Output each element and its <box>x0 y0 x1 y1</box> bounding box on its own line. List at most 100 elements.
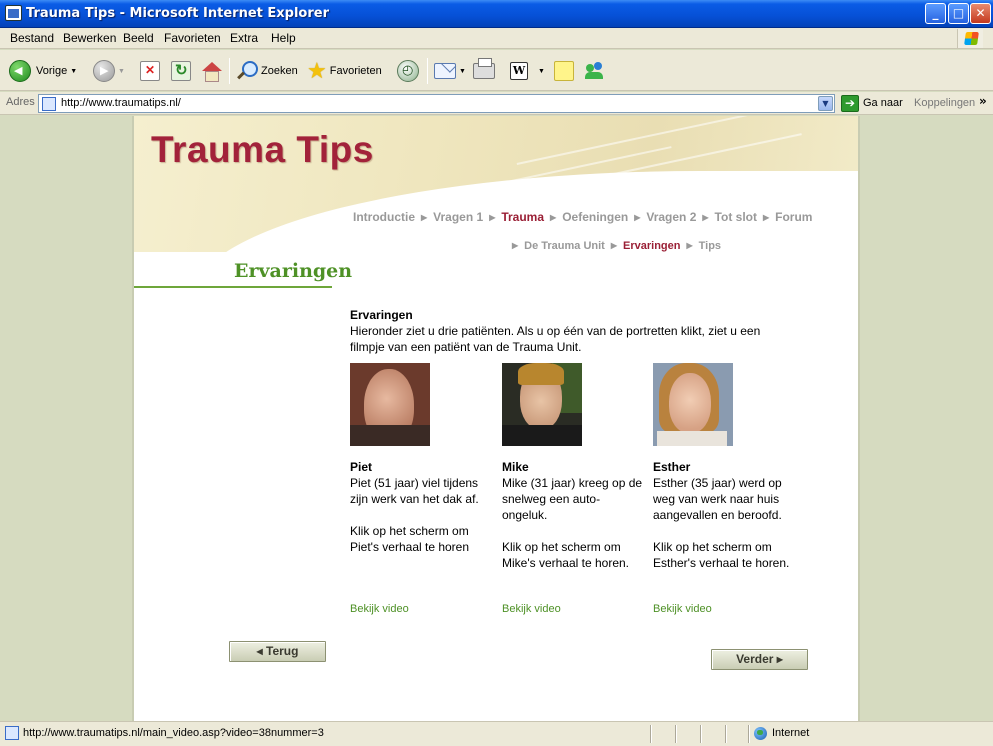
security-zone: Internet <box>772 727 810 739</box>
favorites-label: Favorieten <box>329 65 382 77</box>
address-input[interactable]: http://www.traumatips.nl/ ▼ <box>38 94 835 113</box>
back-nav-button[interactable]: ◀ Terug <box>229 641 326 662</box>
stop-button[interactable] <box>140 58 160 84</box>
menu-bestand[interactable]: Bestand <box>10 31 54 45</box>
status-divider <box>748 725 750 743</box>
favorites-star-icon: ★ <box>307 58 327 83</box>
portrait-piet[interactable] <box>350 363 430 446</box>
patient-card-piet: Piet Piet (51 jaar) viel tijdens zijn we… <box>350 363 492 555</box>
subnav-de-trauma-unit[interactable]: De Trauma Unit <box>524 240 605 252</box>
patient-cta: Klik op het scherm om Piet's verhaal te … <box>350 524 470 554</box>
edit-word-button[interactable]: W ▼ <box>510 58 545 84</box>
intro-heading: Ervaringen <box>350 308 413 322</box>
nav-arrow-icon: ▶ <box>634 213 641 222</box>
close-button[interactable]: ✕ <box>970 3 991 24</box>
status-divider <box>700 725 702 743</box>
go-button[interactable]: Ga naar <box>863 97 903 109</box>
print-icon <box>473 58 495 79</box>
nav-tot-slot[interactable]: Tot slot <box>715 210 757 224</box>
back-dropdown-icon[interactable]: ▼ <box>70 68 77 75</box>
go-arrow-icon[interactable]: ➔ <box>841 95 859 112</box>
hair-shape <box>518 363 564 385</box>
note-button[interactable] <box>554 58 574 84</box>
patient-name: Mike <box>502 460 529 474</box>
search-button[interactable]: Zoeken <box>236 58 298 84</box>
nav-oefeningen[interactable]: Oefeningen <box>562 210 628 224</box>
patient-card-esther: Esther Esther (35 jaar) werd op weg van … <box>653 363 795 571</box>
nav-trauma[interactable]: Trauma <box>501 210 544 224</box>
note-icon <box>554 61 574 81</box>
intro-text: Hieronder ziet u drie patiënten. Als u o… <box>350 324 761 354</box>
video-link-esther[interactable]: Bekijk video <box>653 603 712 615</box>
home-button[interactable] <box>200 58 222 84</box>
status-divider <box>675 725 677 743</box>
subnav-tips[interactable]: Tips <box>699 240 721 252</box>
address-url: http://www.traumatips.nl/ <box>61 97 181 109</box>
nav-arrow-icon: ▶ <box>610 241 617 250</box>
menu-beeld[interactable]: Beeld <box>123 31 154 45</box>
word-dropdown-icon[interactable]: ▼ <box>538 68 545 75</box>
video-link-piet[interactable]: Bekijk video <box>350 603 409 615</box>
forward-dropdown-icon[interactable]: ▼ <box>118 68 125 75</box>
jacket-shape <box>502 425 582 446</box>
nav-forum[interactable]: Forum <box>775 210 812 224</box>
nav-vragen-1[interactable]: Vragen 1 <box>433 210 483 224</box>
mail-dropdown-icon[interactable]: ▼ <box>459 68 466 75</box>
menu-favorieten[interactable]: Favorieten <box>164 31 221 45</box>
secondary-nav: ▶ De Trauma Unit ▶ Ervaringen ▶ Tips <box>512 240 721 252</box>
internet-zone-icon <box>754 727 767 740</box>
menu-bewerken[interactable]: Bewerken <box>63 31 116 45</box>
site-logo[interactable]: Trauma Tips <box>151 129 374 171</box>
mail-button[interactable]: ▼ <box>434 58 466 84</box>
favorites-button[interactable]: ★ Favorieten <box>307 58 382 84</box>
windows-logo-icon <box>957 29 983 48</box>
forward-button[interactable]: ▼ <box>93 58 125 84</box>
back-button[interactable]: Vorige ▼ <box>9 58 77 84</box>
collar-shape <box>657 431 727 446</box>
messenger-icon <box>584 60 606 82</box>
back-label: Vorige <box>36 65 68 77</box>
links-toolbar[interactable]: Koppelingen <box>914 97 975 109</box>
page-loading-icon <box>5 726 19 740</box>
next-nav-button[interactable]: Verder ▶ <box>711 649 808 670</box>
nav-arrow-icon: ▶ <box>762 213 770 222</box>
ie-page-icon <box>5 5 22 21</box>
right-arrow-icon: ▶ <box>776 655 783 664</box>
site-page: Trauma Tips Introductie ▶ Vragen 1 ▶ Trauma ▶… <box>132 116 860 721</box>
address-bar: Adres http://www.traumatips.nl/ ▼ ➔ Ga n… <box>0 92 993 115</box>
patient-description: Piet (51 jaar) viel tijdens zijn werk va… <box>350 476 479 506</box>
messenger-button[interactable] <box>584 58 606 84</box>
patient-card-mike: Mike Mike (31 jaar) kreeg op de snelweg … <box>502 363 644 571</box>
maximize-button[interactable]: □ <box>948 3 969 24</box>
patient-name: Piet <box>350 460 373 474</box>
media-icon <box>397 60 419 82</box>
header-decoration <box>436 146 672 198</box>
portrait-esther[interactable] <box>653 363 733 446</box>
section-title: Ervaringen <box>234 260 353 282</box>
toolbar-separator <box>427 58 428 84</box>
subnav-ervaringen[interactable]: Ervaringen <box>623 240 680 252</box>
primary-nav: Introductie ▶ Vragen 1 ▶ Trauma ▶ Oefeningen ▶ V… <box>353 210 812 224</box>
print-button[interactable] <box>473 58 495 84</box>
section-underline <box>134 286 332 288</box>
nav-arrow-icon: ▶ <box>550 213 557 222</box>
minimize-button[interactable]: _ <box>925 3 946 24</box>
menu-help[interactable]: Help <box>271 31 296 45</box>
links-overflow-icon[interactable]: » <box>979 94 987 108</box>
nav-arrow-icon: ▶ <box>702 213 709 222</box>
nav-vragen-2[interactable]: Vragen 2 <box>646 210 696 224</box>
patient-name: Esther <box>653 460 691 474</box>
nav-arrow-icon: ▶ <box>489 213 496 222</box>
status-divider <box>650 725 652 743</box>
refresh-button[interactable] <box>171 58 191 84</box>
media-button[interactable] <box>397 58 419 84</box>
video-link-mike[interactable]: Bekijk video <box>502 603 561 615</box>
status-text: http://www.traumatips.nl/main_video.asp?… <box>23 727 324 739</box>
page-icon <box>42 97 56 111</box>
menu-extra[interactable]: Extra <box>230 31 258 45</box>
nav-introductie[interactable]: Introductie <box>353 210 415 224</box>
patient-description: Mike (31 jaar) kreeg op de snelweg een a… <box>502 476 643 522</box>
portrait-mike[interactable] <box>502 363 582 446</box>
site-header: Trauma Tips <box>134 116 858 252</box>
address-dropdown-icon[interactable]: ▼ <box>818 96 833 111</box>
